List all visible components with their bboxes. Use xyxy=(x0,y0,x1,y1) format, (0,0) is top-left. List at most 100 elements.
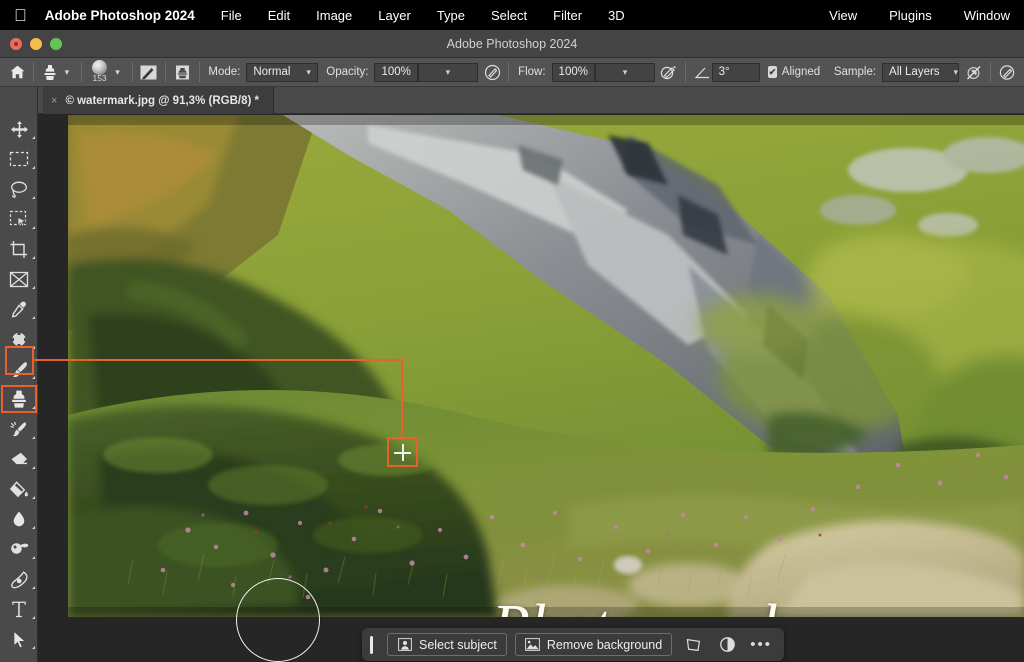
menu-file[interactable]: File xyxy=(221,8,242,23)
adjustment-button[interactable] xyxy=(714,633,740,657)
brush-settings-icon[interactable] xyxy=(139,61,158,83)
flow-input[interactable]: 100% xyxy=(552,63,595,82)
crop-icon xyxy=(9,240,29,259)
eyedropper-icon xyxy=(9,300,29,319)
menu-plugins[interactable]: Plugins xyxy=(889,8,932,23)
eyedropper-tool[interactable] xyxy=(0,294,38,324)
more-options-button[interactable]: ••• xyxy=(748,633,774,657)
rectangle-tool[interactable] xyxy=(0,654,38,662)
sample-label: Sample: xyxy=(834,66,876,78)
type-tool[interactable] xyxy=(0,594,38,624)
remove-background-button[interactable]: Remove background xyxy=(515,633,672,656)
image-icon xyxy=(525,638,540,652)
perspective-transform-icon xyxy=(685,637,702,653)
history-brush-tool[interactable] xyxy=(0,414,38,444)
brush-preset-preview[interactable]: 153 xyxy=(89,60,110,84)
gradient-tool[interactable] xyxy=(0,474,38,504)
lasso-icon xyxy=(9,180,29,199)
apple-logo-icon[interactable]:  xyxy=(14,7,27,24)
menu-window[interactable]: Window xyxy=(964,8,1010,23)
clone-stamp-tool[interactable] xyxy=(0,384,38,414)
macos-menu-bar:  Adobe Photoshop 2024 File Edit Image L… xyxy=(0,0,1024,30)
menu-3d[interactable]: 3D xyxy=(608,8,625,23)
flow-label: Flow: xyxy=(518,66,545,78)
active-app-name[interactable]: Adobe Photoshop 2024 xyxy=(45,8,195,23)
opacity-input[interactable]: 100% xyxy=(374,63,417,82)
flow-value: 100% xyxy=(559,66,588,78)
clone-stamp-icon[interactable] xyxy=(41,61,59,83)
history-brush-icon xyxy=(9,420,29,439)
brush-preset-chevron-down-icon[interactable]: ▾ xyxy=(110,67,125,78)
move-tool[interactable] xyxy=(0,114,38,144)
document-canvas-area[interactable]: Photography xyxy=(38,114,1024,662)
opacity-value: 100% xyxy=(381,66,410,78)
spot-healing-brush-tool[interactable] xyxy=(0,324,38,354)
select-subject-label: Select subject xyxy=(419,638,497,652)
aligned-label: Aligned xyxy=(782,66,820,78)
dodge-tool[interactable] xyxy=(0,534,38,564)
sample-value: All Layers xyxy=(889,66,940,78)
pen-icon xyxy=(10,570,29,589)
divider xyxy=(685,62,686,82)
window-title: Adobe Photoshop 2024 xyxy=(0,37,1024,51)
contextual-task-bar: Select subject Remove background xyxy=(362,628,784,661)
ignore-adjustment-layers-icon[interactable] xyxy=(964,61,982,83)
blur-drop-icon xyxy=(10,510,28,529)
home-icon[interactable] xyxy=(8,61,26,83)
aligned-checkbox[interactable]: ✔ xyxy=(768,66,777,78)
eraser-tool[interactable] xyxy=(0,444,38,474)
close-icon[interactable]: × xyxy=(51,95,57,107)
dodge-icon xyxy=(9,540,29,558)
chevron-down-icon: ▾ xyxy=(940,67,959,78)
transform-button[interactable] xyxy=(680,633,706,657)
divider xyxy=(165,62,166,82)
watermark-text: Photography xyxy=(492,592,821,617)
zoom-button[interactable] xyxy=(50,38,62,50)
blend-mode-value: Normal xyxy=(253,66,290,78)
divider xyxy=(990,62,991,82)
menu-view[interactable]: View xyxy=(829,8,857,23)
select-subject-button[interactable]: Select subject xyxy=(387,633,507,656)
menu-image[interactable]: Image xyxy=(316,8,352,23)
blur-tool[interactable] xyxy=(0,504,38,534)
pressure-size-icon[interactable] xyxy=(997,61,1015,83)
window-controls xyxy=(0,38,62,50)
divider xyxy=(508,62,509,82)
clone-source-panel-icon[interactable] xyxy=(173,61,191,83)
menu-edit[interactable]: Edit xyxy=(268,8,290,23)
path-selection-tool[interactable] xyxy=(0,624,38,654)
menu-select[interactable]: Select xyxy=(491,8,527,23)
mode-label: Mode: xyxy=(208,66,240,78)
menu-type[interactable]: Type xyxy=(437,8,465,23)
divider xyxy=(132,62,133,82)
frame-icon xyxy=(9,271,29,288)
close-button[interactable] xyxy=(10,38,22,50)
menu-filter[interactable]: Filter xyxy=(553,8,582,23)
frame-tool[interactable] xyxy=(0,264,38,294)
minimize-button[interactable] xyxy=(30,38,42,50)
document-tab[interactable]: × © watermark.jpg @ 91,3% (RGB/8) * xyxy=(43,87,274,114)
eraser-icon xyxy=(9,451,29,468)
crop-tool[interactable] xyxy=(0,234,38,264)
document-tab-bar: » × © watermark.jpg @ 91,3% (RGB/8) * xyxy=(0,87,1024,114)
opacity-chevron-down-icon[interactable]: ▾ xyxy=(418,63,478,82)
photo-layer[interactable]: Photography xyxy=(68,115,1024,617)
window-title-bar: Adobe Photoshop 2024 xyxy=(0,30,1024,58)
drag-handle[interactable] xyxy=(370,636,373,654)
move-icon xyxy=(10,120,29,139)
pen-tool[interactable] xyxy=(0,564,38,594)
paint-bucket-icon xyxy=(9,480,29,499)
blend-mode-select[interactable]: Normal ▾ xyxy=(246,63,318,82)
flow-chevron-down-icon[interactable]: ▾ xyxy=(595,63,655,82)
airbrush-icon[interactable] xyxy=(660,61,678,83)
object-selection-tool[interactable] xyxy=(0,204,38,234)
pressure-opacity-icon[interactable] xyxy=(483,61,501,83)
more-options-icon: ••• xyxy=(750,640,772,650)
lasso-tool[interactable] xyxy=(0,174,38,204)
menu-layer[interactable]: Layer xyxy=(378,8,411,23)
brush-angle-input[interactable]: 3° xyxy=(712,63,760,82)
brush-tool[interactable] xyxy=(0,354,38,384)
rectangular-marquee-tool[interactable] xyxy=(0,144,38,174)
tool-preset-chevron-down-icon[interactable]: ▾ xyxy=(60,67,75,78)
sample-select[interactable]: All Layers ▾ xyxy=(882,63,959,82)
